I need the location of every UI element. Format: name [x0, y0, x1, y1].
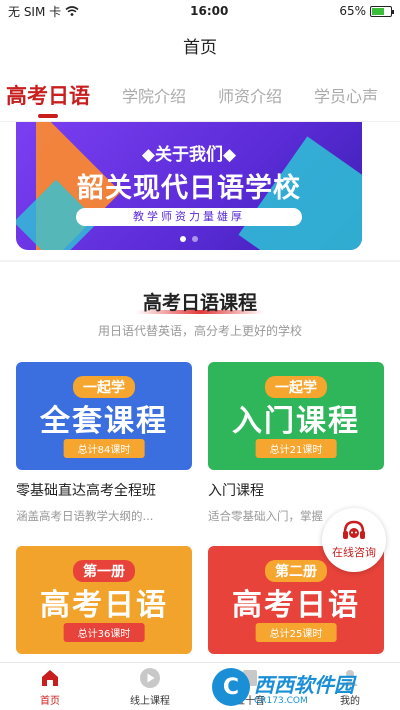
watermark-sub: CR173.COM	[254, 695, 308, 706]
watermark-logo: C	[212, 668, 250, 706]
banner-carousel[interactable]: ◆关于我们◆ 韶关现代日语学校 教学师资力量雄厚	[16, 122, 362, 250]
course-card-full[interactable]: 一起学 全套课程 总计84课时 零基础直达高考全程班 涵盖高考日语教学大纲的..…	[16, 362, 192, 524]
section-subtitle: 用日语代替英语，高分考上更好的学校	[97, 324, 302, 338]
course-banner-title: 高考日语	[232, 588, 360, 623]
course-thumbnail[interactable]: 一起学 全套课程 总计84课时	[16, 362, 192, 470]
course-tag: 一起学	[265, 376, 327, 398]
page-title: 首页	[183, 37, 217, 58]
status-bar: 无 SIM 卡 16:00 65%	[0, 0, 400, 22]
course-card-book1[interactable]: 第一册 高考日语 总计36课时	[16, 546, 192, 654]
battery-percent: 65%	[339, 4, 366, 18]
course-banner-title: 入门课程	[232, 404, 360, 439]
consult-label: 在线咨询	[332, 546, 376, 559]
home-icon	[42, 669, 58, 686]
banner-area: ◆关于我们◆ 韶关现代日语学校 教学师资力量雄厚	[0, 122, 400, 260]
course-thumbnail[interactable]: 第一册 高考日语 总计36课时	[16, 546, 192, 654]
course-thumbnail[interactable]: 一起学 入门课程 总计21课时	[208, 362, 384, 470]
course-banner-title: 全套课程	[40, 404, 168, 439]
carousel-dots	[16, 236, 362, 242]
course-desc: 涵盖高考日语教学大纲的...	[16, 509, 154, 523]
watermark-main: 西西软件园	[254, 672, 354, 697]
course-card-intro[interactable]: 一起学 入门课程 总计21课时 入门课程 适合零基础入门，掌握	[208, 362, 384, 524]
clock: 16:00	[190, 4, 229, 18]
wifi-icon	[65, 6, 79, 16]
play-icon	[140, 667, 160, 688]
course-hours: 总计25课时	[255, 623, 337, 642]
online-consult-button[interactable]: 在线咨询	[322, 508, 386, 572]
nav-label: 线上课程	[130, 695, 170, 707]
course-hours: 总计21课时	[255, 439, 337, 458]
status-right: 65%	[339, 4, 394, 18]
course-title: 入门课程	[208, 483, 264, 499]
tab-teachers-intro[interactable]: 师资介绍	[202, 68, 298, 121]
course-tag: 一起学	[73, 376, 135, 398]
section-title-text: 高考日语课程	[142, 292, 257, 314]
tab-label: 师资介绍	[218, 86, 283, 106]
watermark-text: 西西软件园 CR173.COM	[254, 669, 354, 706]
navbar: 首页	[0, 22, 400, 68]
headset-icon	[343, 520, 365, 539]
tab-student-voices[interactable]: 学员心声	[298, 68, 394, 121]
tab-label: 高考日语	[6, 83, 90, 108]
nav-label: 首页	[40, 695, 60, 707]
course-title: 零基础直达高考全程班	[16, 483, 156, 499]
tab-bar: 高考日语 学院介绍 师资介绍 学员心声	[0, 68, 400, 122]
tab-label: 学员心声	[314, 86, 379, 106]
course-hours: 总计84课时	[63, 439, 145, 458]
nav-home[interactable]: 首页	[0, 663, 100, 710]
battery-icon	[369, 5, 394, 17]
carousel-dot[interactable]	[192, 236, 198, 242]
carousel-dot[interactable]	[180, 236, 186, 242]
tab-gaokao-japanese[interactable]: 高考日语	[0, 68, 106, 121]
carrier-label: 无 SIM 卡	[8, 4, 62, 19]
banner-motto: 教学师资力量雄厚	[76, 208, 302, 226]
battery-fill	[371, 7, 384, 15]
course-hours: 总计36课时	[63, 623, 145, 642]
banner-school-name: 韶关现代日语学校	[77, 173, 301, 204]
tab-label: 学院介绍	[122, 86, 187, 106]
course-banner-title: 高考日语	[40, 588, 168, 623]
tab-college-intro[interactable]: 学院介绍	[106, 68, 202, 121]
course-tag: 第二册	[265, 560, 327, 582]
course-section: 高考日语课程 用日语代替英语，高分考上更好的学校 一起学 全套课程 总计84课时…	[0, 262, 400, 662]
course-tag: 第一册	[73, 560, 135, 582]
status-left: 无 SIM 卡	[8, 3, 79, 20]
nav-online-courses[interactable]: 线上课程	[100, 663, 200, 710]
watermark: C 西西软件园 CR173.COM	[212, 664, 400, 710]
banner-about-label: ◆关于我们◆	[141, 145, 237, 165]
active-tab-indicator	[38, 113, 58, 118]
section-title: 高考日语课程	[0, 288, 400, 315]
